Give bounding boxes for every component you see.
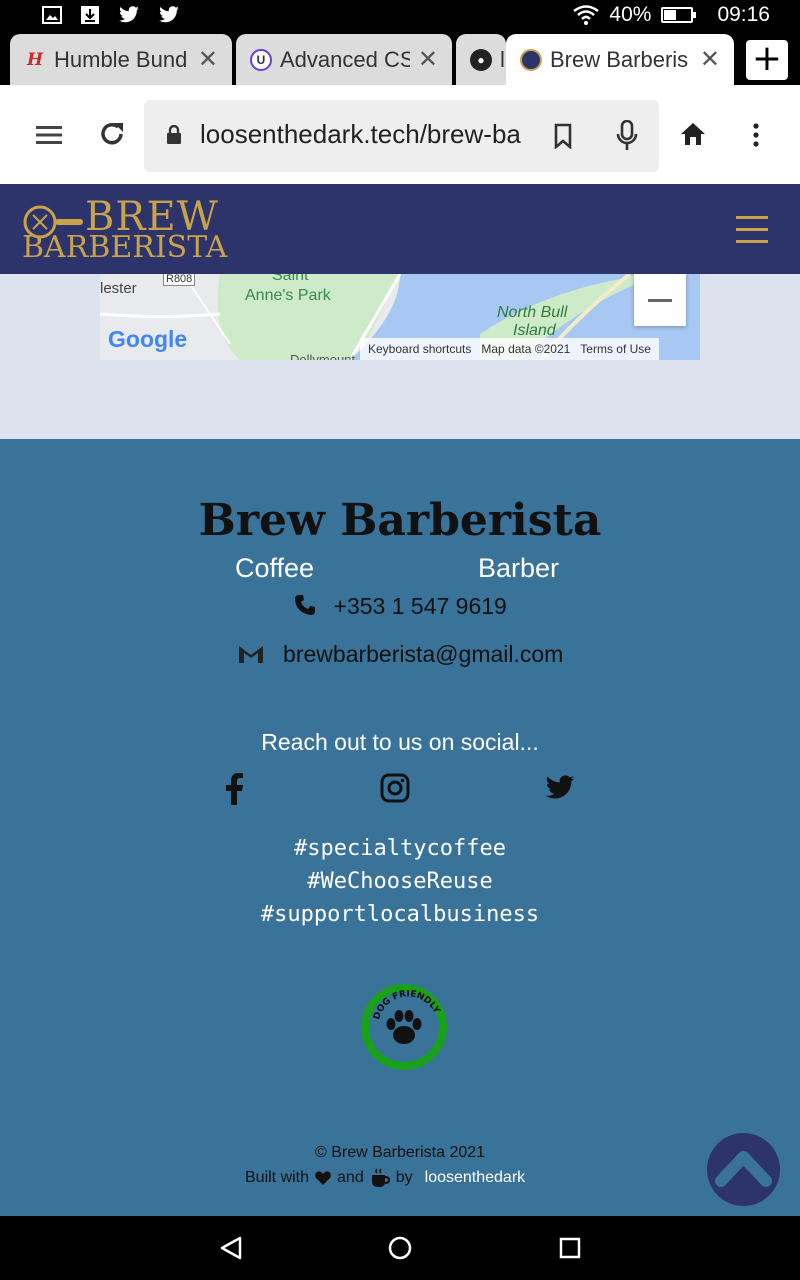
brew-icon <box>520 48 542 71</box>
coffee-label: Coffee <box>235 553 315 583</box>
keyboard-shortcuts-link[interactable]: Keyboard shortcuts <box>368 342 471 356</box>
battery-percent: 40% <box>609 3 652 26</box>
close-tab-icon[interactable]: ✕ <box>410 45 452 74</box>
home-icon[interactable] <box>680 122 706 146</box>
coffee-cup-icon <box>371 1168 390 1187</box>
hashtag: #WeChooseReuse <box>307 869 493 894</box>
close-tab-icon[interactable]: ✕ <box>190 45 232 74</box>
map-section: lester R808 Saint Anne's Park North Bull… <box>0 274 800 439</box>
home-circle-icon[interactable] <box>388 1236 412 1260</box>
google-map[interactable]: lester R808 Saint Anne's Park North Bull… <box>100 274 700 360</box>
reload-icon[interactable] <box>97 119 127 149</box>
tab-github[interactable]: ● l <box>456 34 506 85</box>
battery-icon <box>661 7 697 23</box>
logo-line-2: BARBERISTA <box>22 230 228 265</box>
built-with-line: Built with and by loosenthedark <box>245 1168 525 1188</box>
tab-advanced-css[interactable]: U Advanced CS ✕ <box>236 34 452 85</box>
tab-brew-barberista[interactable]: Brew Barberis ✕ <box>506 34 734 85</box>
clock: 09:16 <box>717 3 770 26</box>
email-address[interactable]: brewbarberista@gmail.com <box>283 641 563 667</box>
map-label: Dollymount <box>290 352 356 360</box>
built-with-text: Built with <box>245 1169 310 1186</box>
url-text[interactable]: loosenthedark.tech/brew-ba <box>200 119 536 150</box>
facebook-icon[interactable] <box>224 773 244 805</box>
humble-icon: H <box>26 49 44 70</box>
scroll-to-top-button[interactable] <box>707 1133 780 1206</box>
bookmark-icon[interactable] <box>554 123 572 149</box>
map-attribution: Keyboard shortcuts Map data ©2021 Terms … <box>360 338 659 360</box>
google-logo: Google <box>108 326 188 352</box>
recents-icon[interactable] <box>559 1237 581 1259</box>
by-text: by <box>395 1169 413 1186</box>
map-label: lester <box>100 280 137 297</box>
wifi-icon <box>573 5 600 25</box>
site-footer: Brew Barberista Coffee Barber +353 1 547… <box>0 439 800 1216</box>
microphone-icon[interactable] <box>616 120 638 152</box>
copyright: © Brew Barberista 2021 <box>314 1144 486 1161</box>
phone-number[interactable]: +353 1 547 9619 <box>334 593 507 619</box>
phone-icon <box>295 595 316 615</box>
gmail-icon <box>238 646 263 663</box>
map-label: Anne's Park <box>245 287 331 304</box>
email-row[interactable]: brewbarberista@gmail.com <box>0 641 800 668</box>
and-text: and <box>337 1169 364 1186</box>
hashtag: #specialtycoffee <box>294 836 506 861</box>
address-bar[interactable]: loosenthedark.tech/brew-ba <box>144 100 659 172</box>
zoom-out-button[interactable] <box>634 274 686 326</box>
browser-toolbar: loosenthedark.tech/brew-ba <box>0 85 800 184</box>
twitter-notification-icon <box>119 6 139 23</box>
map-data-text: Map data ©2021 <box>481 342 571 356</box>
twitter-notification-icon <box>159 6 179 23</box>
hamburger-line <box>736 228 768 231</box>
footer-brand: Brew Barberista <box>198 495 602 546</box>
map-label: Saint <box>272 274 309 284</box>
hashtags: #specialtycoffee #WeChooseReuse #support… <box>0 832 800 931</box>
tab-strip: H Humble Bund ✕ U Advanced CS ✕ ● l Brew… <box>0 32 800 85</box>
minus-icon <box>648 298 672 302</box>
udemy-icon: U <box>250 48 272 71</box>
instagram-icon[interactable] <box>380 773 410 803</box>
heart-icon <box>315 1171 331 1185</box>
chevron-up-icon <box>715 1151 772 1187</box>
github-icon: ● <box>470 48 492 71</box>
barber-label: Barber <box>478 553 560 583</box>
tab-title: Advanced CS <box>280 46 410 72</box>
road-label: R808 <box>163 274 196 286</box>
status-bar: 40% 09:16 <box>0 0 800 32</box>
hashtag: #supportlocalbusiness <box>260 902 540 927</box>
download-icon <box>81 6 99 24</box>
hamburger-line <box>736 216 768 219</box>
back-icon[interactable] <box>219 1236 243 1260</box>
twitter-icon[interactable] <box>544 775 576 801</box>
social-heading: Reach out to us on social... <box>261 729 539 755</box>
android-nav-bar <box>0 1216 800 1280</box>
close-tab-icon[interactable]: ✕ <box>692 45 734 74</box>
terms-of-use-link[interactable]: Terms of Use <box>580 342 651 356</box>
dog-friendly-badge: DOG FRIENDLY <box>361 984 447 1070</box>
new-tab-button[interactable]: + <box>746 40 788 80</box>
more-options-icon[interactable] <box>753 123 759 147</box>
hamburger-line <box>736 240 768 243</box>
gallery-icon <box>42 6 62 24</box>
tab-humble-bundle[interactable]: H Humble Bund ✕ <box>10 34 232 85</box>
phone-row[interactable]: +353 1 547 9619 <box>0 593 800 620</box>
hamburger-menu-button[interactable] <box>736 216 768 252</box>
tab-title: Brew Barberis <box>550 46 689 72</box>
site-header: BREW BARBERISTA <box>0 184 800 274</box>
author-link[interactable]: loosenthedark <box>425 1169 526 1187</box>
lock-icon <box>167 125 181 144</box>
tab-title: Humble Bund <box>54 46 188 72</box>
menu-icon[interactable] <box>36 125 62 145</box>
map-label: North Bull <box>497 304 568 321</box>
